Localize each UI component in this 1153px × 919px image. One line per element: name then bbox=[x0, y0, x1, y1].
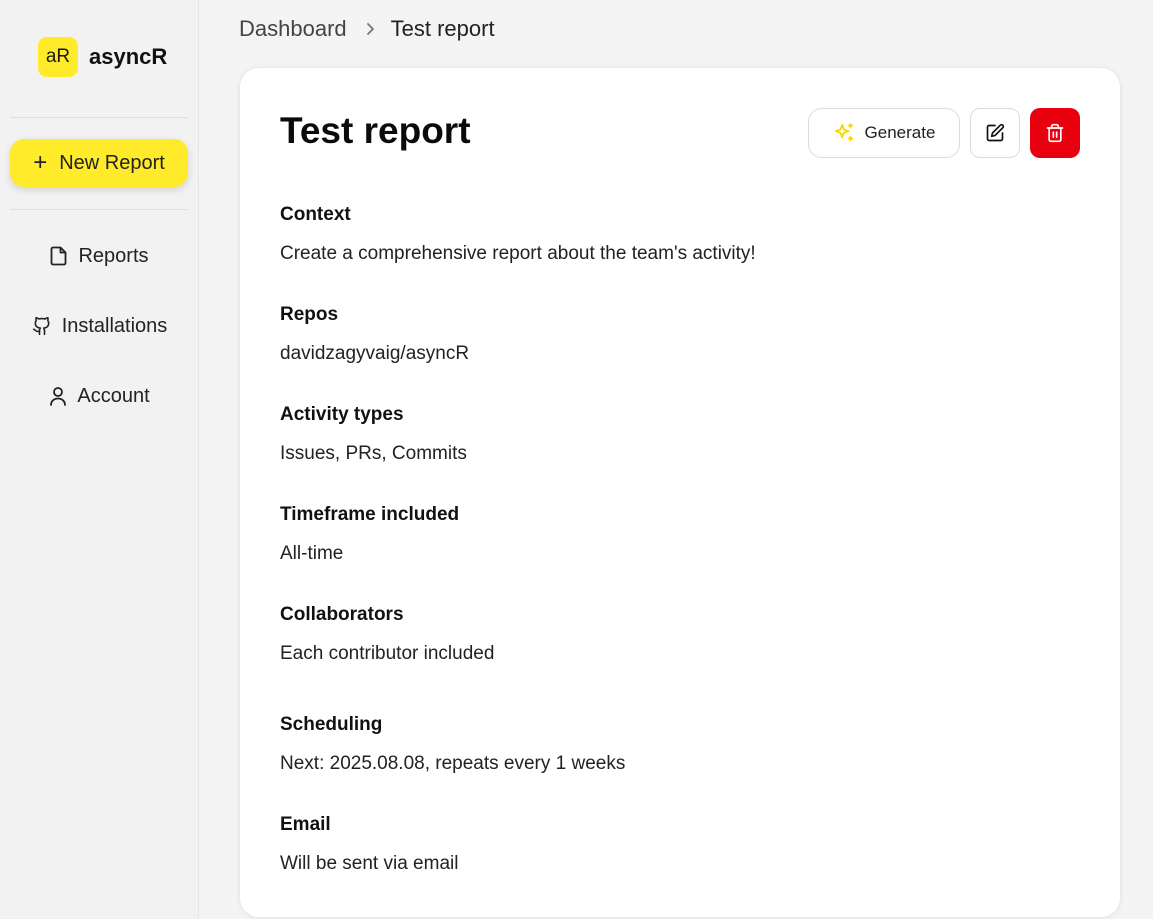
field-value: Create a comprehensive report about the … bbox=[280, 243, 756, 264]
user-icon bbox=[49, 386, 67, 406]
field-email: Email Will be sent via email bbox=[280, 814, 458, 875]
brand-name: asyncR bbox=[89, 44, 168, 69]
plus-icon: + bbox=[33, 149, 48, 176]
field-label: Repos bbox=[280, 304, 339, 325]
field-repos: Repos davidzagyvaig/asyncR bbox=[280, 304, 469, 365]
field-label: Collaborators bbox=[280, 604, 404, 625]
app-root: aR asyncR + New Report Reports Installat… bbox=[0, 0, 1153, 919]
main-content: Dashboard Test report Test report Genera… bbox=[199, 0, 1153, 919]
field-value: davidzagyvaig/asyncR bbox=[280, 343, 470, 364]
file-icon bbox=[50, 246, 68, 266]
edit-button[interactable] bbox=[970, 108, 1020, 158]
report-actions: Generate bbox=[808, 108, 1080, 158]
breadcrumb-current: Test report bbox=[390, 16, 495, 41]
field-scheduling: Scheduling Next: 2025.08.08, repeats eve… bbox=[280, 714, 625, 775]
brand[interactable]: aR asyncR bbox=[38, 37, 167, 77]
sidebar-divider bbox=[10, 117, 188, 118]
report-card: Test report Generate Context Create a co… bbox=[239, 67, 1121, 918]
generate-label: Generate bbox=[864, 123, 936, 142]
field-value: Next: 2025.08.08, repeats every 1 weeks bbox=[280, 753, 626, 774]
new-report-label: New Report bbox=[59, 151, 165, 174]
field-value: Issues, PRs, Commits bbox=[280, 443, 467, 464]
sidebar-divider bbox=[10, 209, 188, 210]
field-context: Context Create a comprehensive report ab… bbox=[280, 204, 756, 265]
breadcrumb-dashboard-link[interactable]: Dashboard bbox=[239, 16, 347, 42]
sidebar-item-installations[interactable]: Installations bbox=[0, 306, 199, 346]
chevron-right-icon bbox=[365, 22, 375, 36]
new-report-button[interactable]: + New Report bbox=[10, 139, 188, 187]
github-icon bbox=[32, 316, 52, 336]
sidebar-item-label: Reports bbox=[78, 244, 149, 267]
sidebar: aR asyncR + New Report Reports Installat… bbox=[0, 0, 199, 919]
generate-button[interactable]: Generate bbox=[808, 108, 960, 158]
field-collaborators: Collaborators Each contributor included bbox=[280, 604, 494, 665]
sparkles-icon bbox=[833, 122, 855, 144]
field-timeframe: Timeframe included All-time bbox=[280, 504, 459, 565]
field-label: Scheduling bbox=[280, 714, 383, 735]
field-label: Activity types bbox=[280, 404, 404, 425]
field-value: Will be sent via email bbox=[280, 853, 459, 874]
brand-logo: aR bbox=[38, 37, 78, 77]
delete-button[interactable] bbox=[1030, 108, 1080, 158]
sidebar-item-label: Installations bbox=[61, 314, 168, 337]
field-value: Each contributor included bbox=[280, 643, 495, 664]
sidebar-item-label: Account bbox=[77, 384, 150, 407]
field-label: Email bbox=[280, 814, 331, 835]
trash-icon bbox=[1045, 123, 1065, 143]
field-activity-types: Activity types Issues, PRs, Commits bbox=[280, 404, 467, 465]
field-value: All-time bbox=[280, 543, 344, 564]
breadcrumb: Dashboard Test report bbox=[239, 16, 495, 42]
edit-icon bbox=[985, 123, 1005, 143]
sidebar-item-reports[interactable]: Reports bbox=[0, 236, 199, 276]
field-label: Timeframe included bbox=[280, 504, 460, 525]
sidebar-item-account[interactable]: Account bbox=[0, 376, 199, 416]
field-label: Context bbox=[280, 204, 351, 225]
page-title: Test report bbox=[280, 110, 471, 151]
